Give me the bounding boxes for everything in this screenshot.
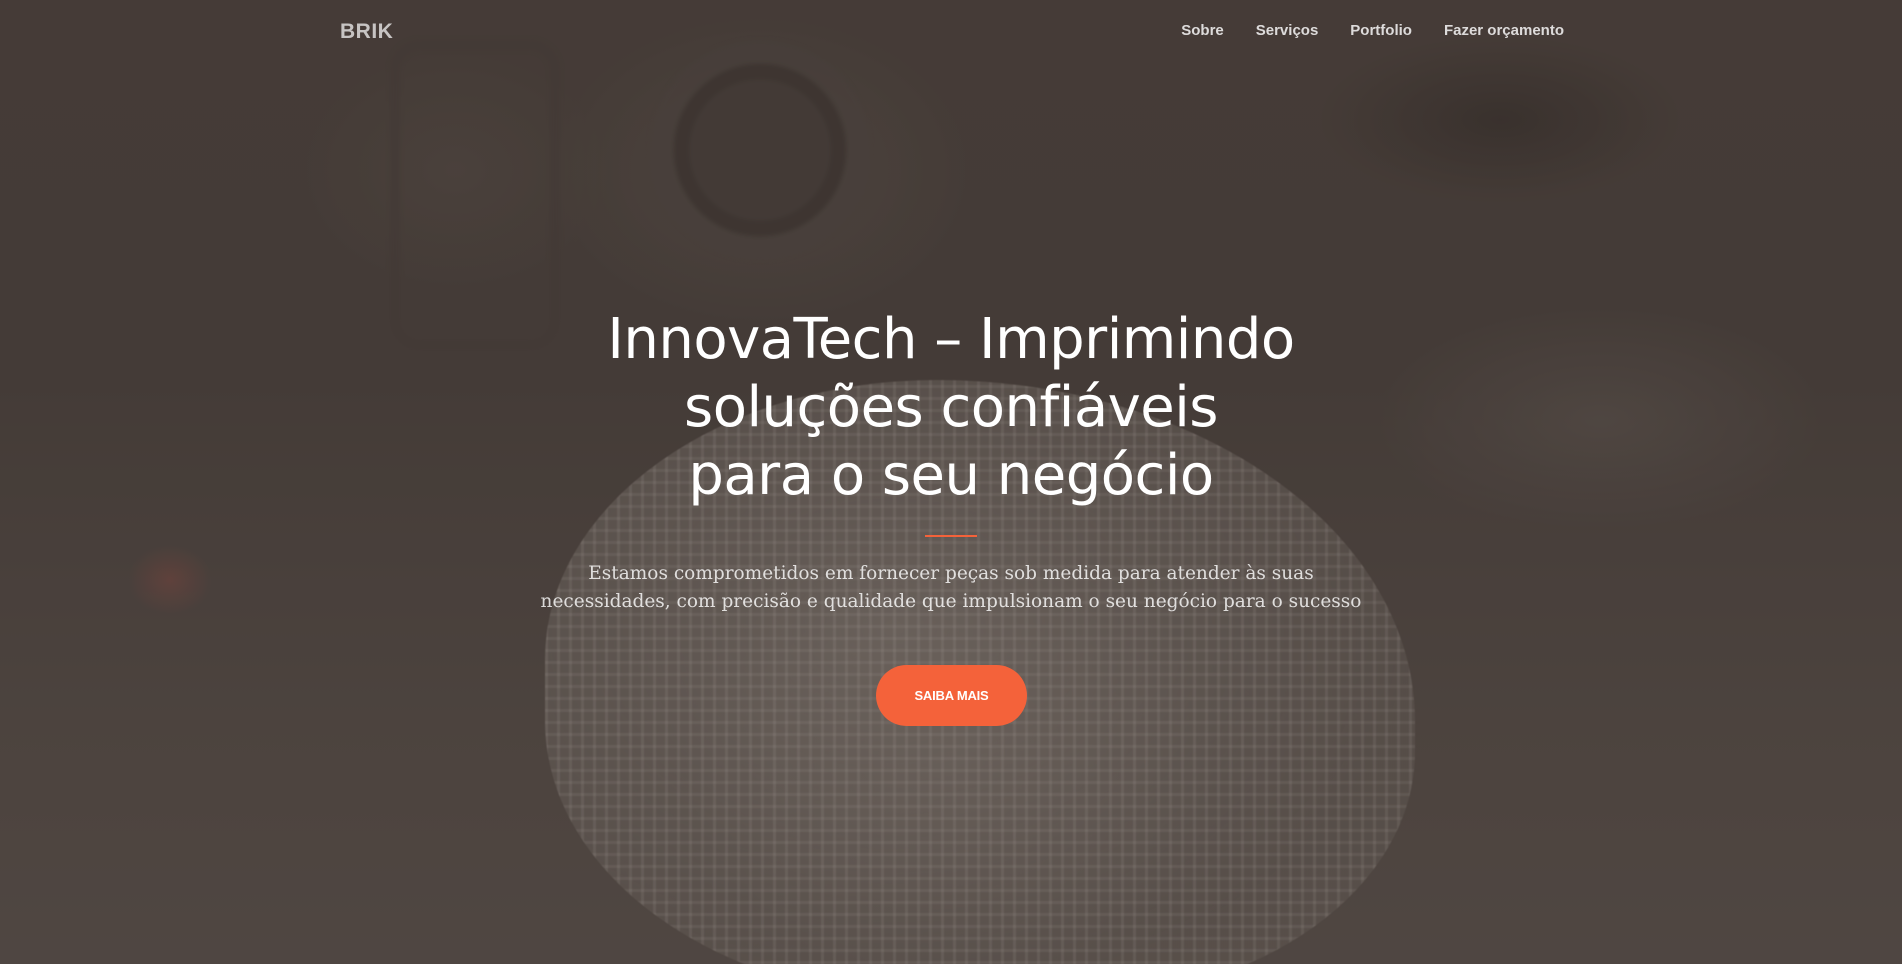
nav-link-portfolio[interactable]: Portfolio [1350,22,1412,39]
hero-title-line-1: InnovaTech – Imprimindo [607,307,1295,372]
hero-subtitle-line-1: Estamos comprometidos em fornecer peças … [588,563,1314,584]
hero-title: InnovaTech – Imprimindo soluções confiáv… [451,306,1451,510]
hero-title-line-2: soluções confiáveis [684,375,1218,440]
saiba-mais-button[interactable]: SAIBA MAIS [876,665,1027,726]
nav-links: Sobre Serviços Portfolio Fazer orçamento [1181,22,1564,39]
brand-logo-link[interactable]: BRIK [340,20,393,44]
nav-link-servicos[interactable]: Serviços [1256,22,1319,39]
hero-section: InnovaTech – Imprimindo soluções confiáv… [0,0,1902,964]
hero-title-line-3: para o seu negócio [688,443,1214,508]
hero-subtitle-line-2: necessidades, com precisão e qualidade q… [540,591,1362,612]
nav-link-fazer-orcamento[interactable]: Fazer orçamento [1444,22,1564,39]
main-navbar: BRIK Sobre Serviços Portfolio Fazer orça… [0,0,1902,64]
hero-subtitle: Estamos comprometidos em fornecer peças … [451,560,1451,616]
hero-divider [925,535,977,537]
nav-link-sobre[interactable]: Sobre [1181,22,1224,39]
